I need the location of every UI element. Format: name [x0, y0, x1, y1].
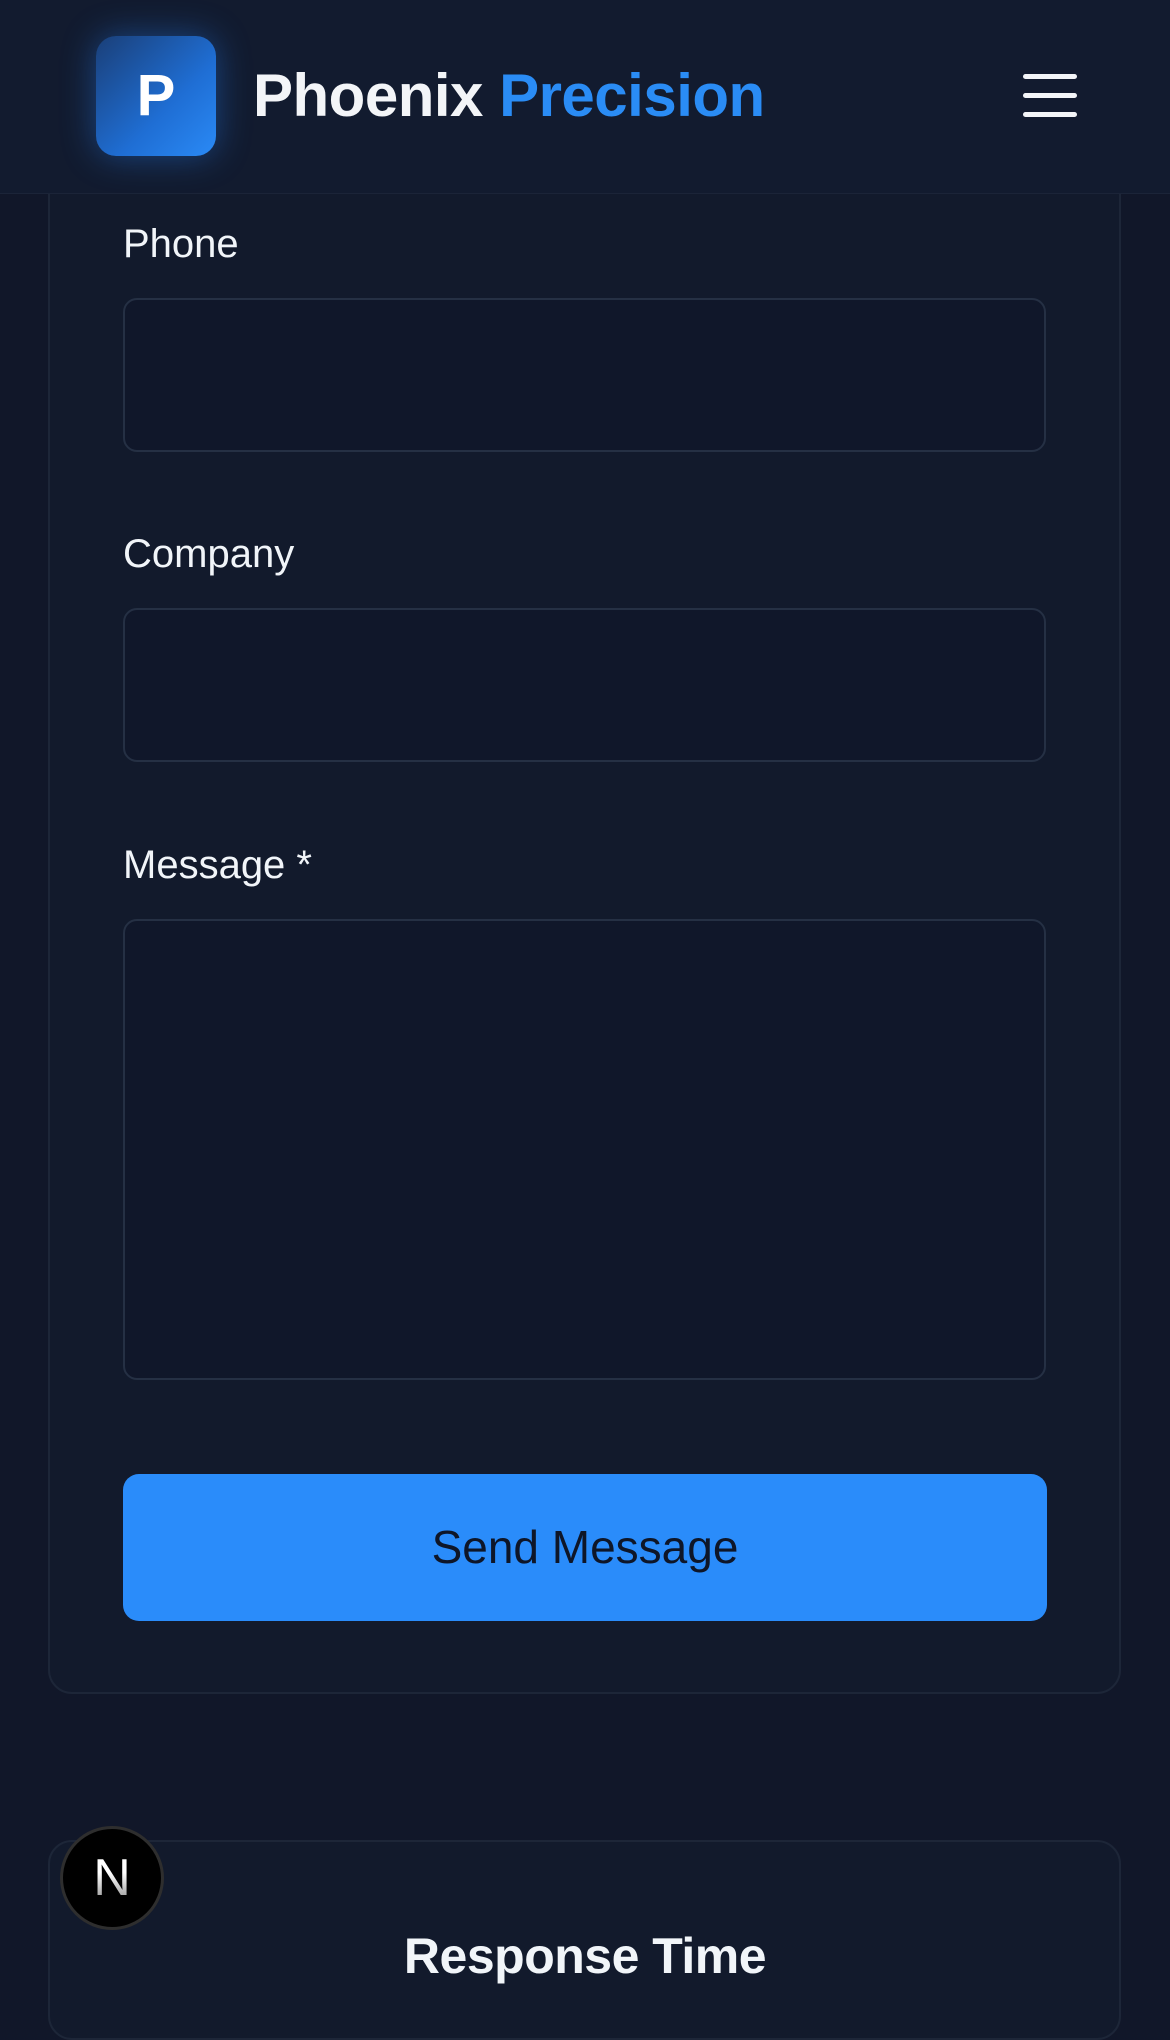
- next-js-badge-icon[interactable]: N: [60, 1826, 164, 1930]
- response-time-title: Response Time: [403, 1928, 767, 1984]
- message-field[interactable]: [123, 919, 1046, 1380]
- menu-bar-middle: [1023, 93, 1077, 98]
- send-message-button[interactable]: Send Message: [123, 1474, 1047, 1621]
- company-label: Company: [123, 532, 295, 576]
- logo-icon[interactable]: P: [96, 36, 216, 156]
- company-field[interactable]: [123, 608, 1046, 762]
- phone-field[interactable]: [123, 298, 1046, 452]
- brand-name[interactable]: Phoenix Precision: [253, 58, 765, 134]
- menu-bar-bottom: [1023, 112, 1077, 117]
- brand-name-accent: Precision: [499, 62, 765, 129]
- phone-label: Phone: [123, 222, 239, 266]
- logo-letter: P: [136, 63, 176, 128]
- site-header: P Phoenix Precision: [0, 0, 1170, 194]
- hamburger-menu-icon[interactable]: [1010, 66, 1090, 126]
- badge-letter: N: [93, 1849, 131, 1907]
- message-label: Message *: [123, 843, 312, 887]
- menu-bar-top: [1023, 74, 1077, 79]
- brand-name-primary: Phoenix: [253, 62, 483, 129]
